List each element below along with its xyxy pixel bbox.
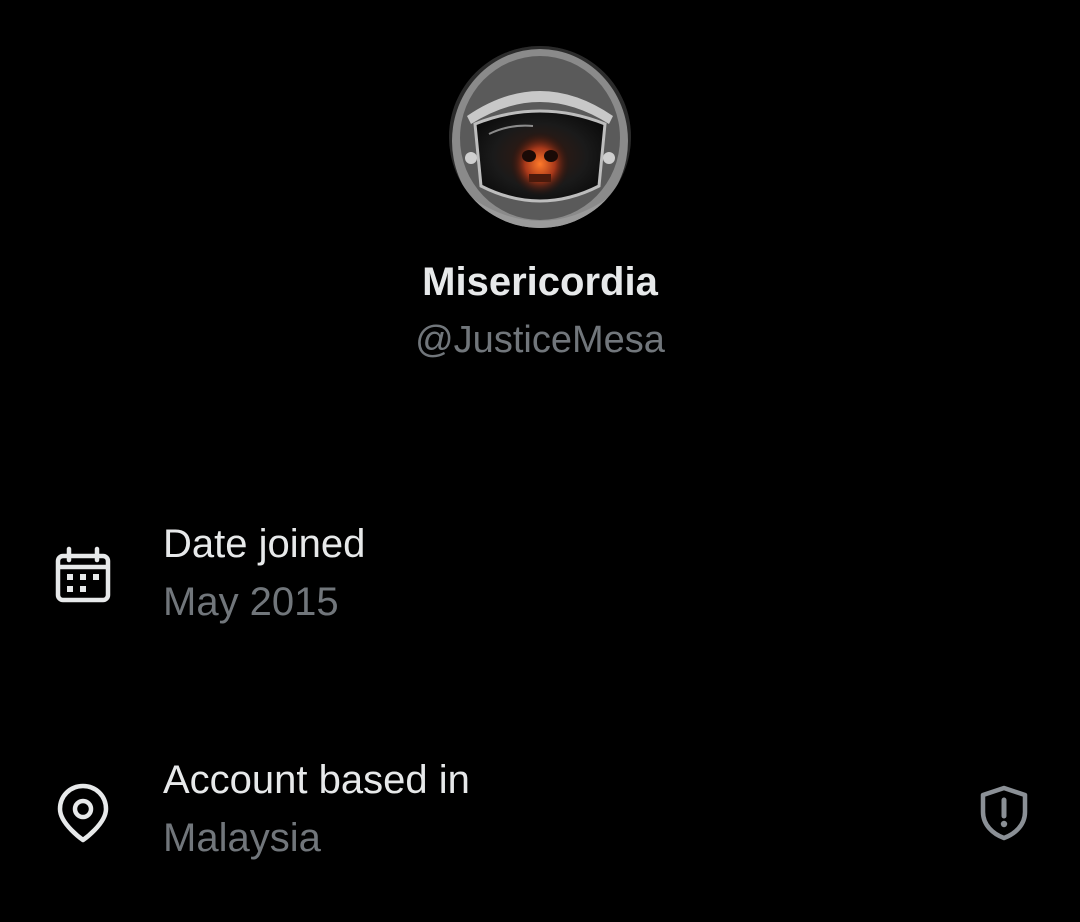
date-joined-label: Date joined [163, 522, 366, 566]
date-joined-row: Date joined May 2015 [0, 518, 1080, 638]
date-joined-value: May 2015 [163, 580, 339, 624]
shield-alert-icon[interactable] [975, 784, 1033, 842]
account-location-value: Malaysia [163, 816, 321, 860]
account-location-row: Account based in Malaysia [0, 754, 1080, 874]
profile-handle: @JusticeMesa [415, 319, 665, 361]
astronaut-helmet-skull-avatar [449, 46, 631, 228]
account-location-label: Account based in [163, 758, 470, 802]
calendar-icon [52, 546, 114, 608]
location-pin-icon [52, 782, 114, 844]
avatar[interactable] [449, 46, 631, 228]
profile-display-name: Misericordia [422, 260, 658, 304]
